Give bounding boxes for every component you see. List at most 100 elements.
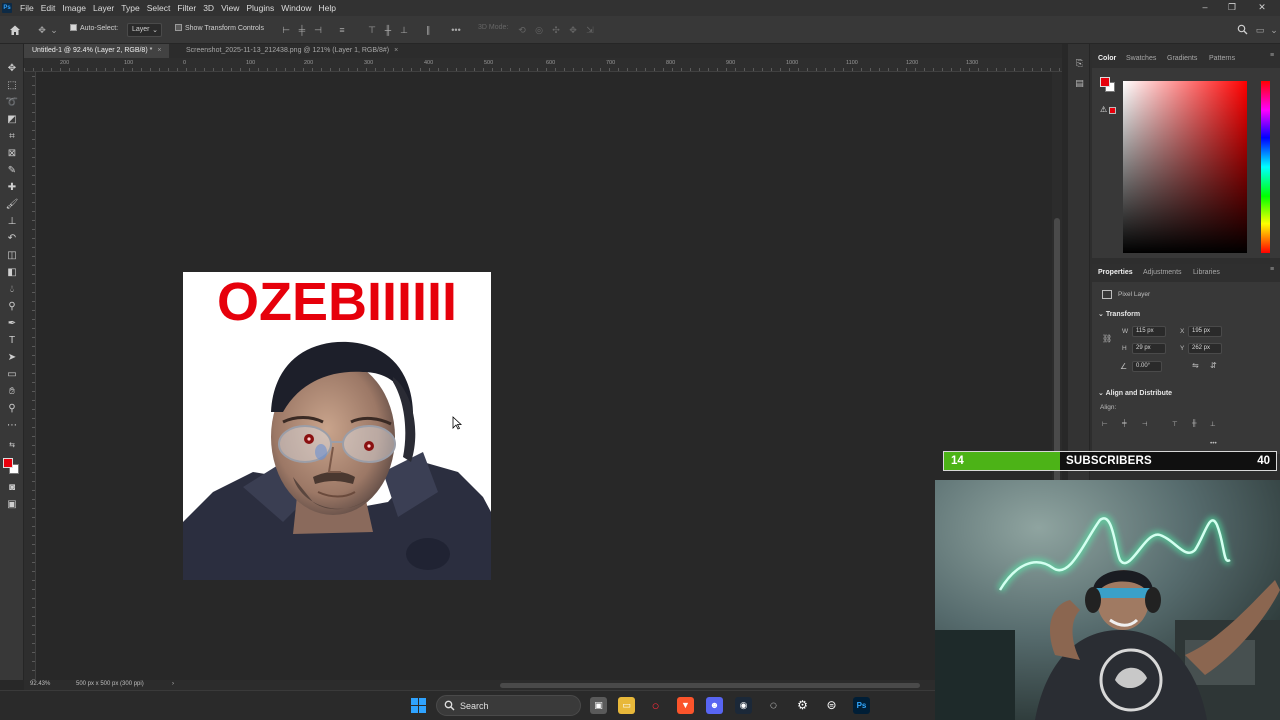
tab-libraries[interactable]: Libraries (1193, 269, 1220, 276)
align-center-icon[interactable]: ╪ (296, 24, 308, 36)
eraser-tool-icon[interactable]: ◫ (5, 249, 19, 263)
settings-icon[interactable]: ⚙ (794, 697, 811, 714)
align-right-icon[interactable]: ⊣ (312, 24, 324, 36)
healing-brush-tool-icon[interactable]: ✚ (5, 181, 19, 195)
show-transform-controls-checkbox[interactable]: Show Transform Controls (175, 24, 264, 32)
brush-tool-icon[interactable]: 🖌︎ (5, 198, 19, 212)
more-options-icon[interactable]: ••• (450, 24, 462, 36)
menu-plugins[interactable]: Plugins (246, 3, 274, 13)
transform-section-toggle[interactable]: ⌄ Transform (1098, 310, 1140, 318)
object-select-tool-icon[interactable]: ◩ (5, 113, 19, 127)
swap-colors-icon[interactable]: ⇆ (5, 439, 19, 453)
align-bottom-icon[interactable]: ⊥ (398, 24, 410, 36)
angle-field[interactable]: 0.00° (1132, 361, 1162, 372)
menu-window[interactable]: Window (281, 3, 311, 13)
brave-icon[interactable]: ▼ (677, 697, 694, 714)
chevron-down-icon[interactable]: ⌄ (1268, 24, 1280, 36)
steam-icon[interactable]: ◉ (735, 697, 752, 714)
menu-view[interactable]: View (221, 3, 239, 13)
shape-tool-icon[interactable]: ▭ (5, 368, 19, 382)
height-field[interactable]: 29 px (1132, 343, 1166, 354)
photoshop-taskbar-icon[interactable]: Ps (853, 697, 870, 714)
align-left-icon[interactable]: ⊢ (1102, 420, 1108, 428)
task-view-icon[interactable]: ▣ (590, 697, 607, 714)
menu-layer[interactable]: Layer (93, 3, 114, 13)
auto-select-target-dropdown[interactable]: Layer ⌄ (127, 23, 162, 37)
minimize-icon[interactable]: – (1198, 2, 1212, 14)
history-icon[interactable]: ⎘ (1074, 58, 1085, 69)
home-icon[interactable] (9, 24, 21, 36)
align-middle-icon[interactable]: ╫ (1192, 420, 1197, 427)
align-middle-icon[interactable]: ╫ (382, 24, 394, 36)
hand-tool-icon[interactable]: ✋︎ (5, 385, 19, 399)
pen-tool-icon[interactable]: ✒ (5, 317, 19, 331)
obs-icon[interactable]: ◌ (765, 697, 782, 714)
file-explorer-icon[interactable]: ▭ (618, 697, 635, 714)
x-field[interactable]: 195 px (1188, 326, 1222, 337)
app-icon[interactable]: ⊜ (823, 697, 840, 714)
distribute-icon[interactable]: ≡ (336, 24, 348, 36)
taskbar-search-box[interactable]: Search (436, 695, 581, 716)
panel-menu-icon[interactable]: ≡ (1270, 52, 1274, 59)
history-brush-tool-icon[interactable]: ↶ (5, 232, 19, 246)
menu-edit[interactable]: Edit (41, 3, 56, 13)
align-center-icon[interactable]: ╪ (1122, 420, 1127, 427)
move-tool-icon[interactable]: ✥ (36, 24, 48, 36)
align-top-icon[interactable]: ⊤ (366, 24, 378, 36)
menu-image[interactable]: Image (62, 3, 86, 13)
menu-select[interactable]: Select (147, 3, 171, 13)
align-right-icon[interactable]: ⊣ (1142, 420, 1148, 428)
dodge-tool-icon[interactable]: ⚲ (5, 300, 19, 314)
restore-icon[interactable]: ❐ (1225, 2, 1239, 14)
web-safe-swatch[interactable] (1109, 107, 1116, 114)
lasso-tool-icon[interactable]: ➰ (5, 96, 19, 110)
tab-adjustments[interactable]: Adjustments (1143, 269, 1182, 276)
stamp-tool-icon[interactable]: ⊥ (5, 215, 19, 229)
tab-untitled-1[interactable]: Untitled-1 @ 92.4% (Layer 2, RGB/8) * × (24, 44, 170, 58)
edit-toolbar-icon[interactable]: ⋯ (5, 419, 19, 433)
tab-patterns[interactable]: Patterns (1209, 55, 1235, 62)
close-icon[interactable]: ✕ (1255, 2, 1269, 14)
width-field[interactable]: 115 px (1132, 326, 1166, 337)
tab-gradients[interactable]: Gradients (1167, 55, 1197, 62)
tab-swatches[interactable]: Swatches (1126, 55, 1156, 62)
close-tab-icon[interactable]: × (157, 47, 161, 54)
zoom-tool-icon[interactable]: ⚲ (5, 402, 19, 416)
color-picker-field[interactable] (1123, 81, 1247, 253)
more-options-icon[interactable]: ••• (1210, 440, 1217, 447)
move-tool-icon[interactable]: ✥ (5, 62, 19, 76)
status-menu-icon[interactable]: › (172, 681, 174, 687)
comments-icon[interactable]: ▤ (1074, 78, 1085, 89)
quick-mask-icon[interactable]: ◙ (5, 481, 19, 495)
close-tab-icon[interactable]: × (394, 47, 398, 54)
y-field[interactable]: 262 px (1188, 343, 1222, 354)
gradient-tool-icon[interactable]: ◧ (5, 266, 19, 280)
document-canvas[interactable]: OZEBIIIIII (183, 272, 491, 580)
link-icon[interactable]: ⛓ (1102, 334, 1112, 343)
foreground-color-swatch[interactable] (1100, 77, 1110, 87)
zoom-level[interactable]: 92.43% (30, 681, 50, 687)
distribute-vertical-icon[interactable]: ∥ (422, 24, 434, 36)
flip-vertical-icon[interactable]: ⇵ (1210, 361, 1217, 370)
auto-select-checkbox[interactable]: Auto-Select: (70, 24, 118, 32)
horizontal-scrollbar[interactable] (500, 683, 920, 688)
tab-screenshot[interactable]: Screenshot_2025-11-13_212438.png @ 121% … (178, 44, 406, 58)
opera-icon[interactable]: ○ (647, 697, 664, 714)
search-icon[interactable] (1236, 24, 1248, 36)
align-top-icon[interactable]: ⊤ (1172, 420, 1178, 428)
crop-tool-icon[interactable]: ⌗ (5, 130, 19, 144)
eyedropper-tool-icon[interactable]: ✎ (5, 164, 19, 178)
menu-filter[interactable]: Filter (177, 3, 196, 13)
screen-mode-icon[interactable]: ▣ (5, 498, 19, 512)
path-select-tool-icon[interactable]: ➤ (5, 351, 19, 365)
tab-color[interactable]: Color (1098, 55, 1116, 62)
tab-properties[interactable]: Properties (1098, 269, 1133, 276)
chevron-down-icon[interactable]: ⌄ (50, 24, 58, 36)
type-tool-icon[interactable]: T (5, 334, 19, 348)
discord-icon[interactable]: ☻ (706, 697, 723, 714)
foreground-color-swatch[interactable] (3, 458, 13, 468)
hue-slider[interactable] (1261, 81, 1270, 253)
menu-3d[interactable]: 3D (203, 3, 214, 13)
workspace-icon[interactable]: ▭ (1254, 24, 1266, 36)
align-section-toggle[interactable]: ⌄ Align and Distribute (1098, 389, 1172, 397)
